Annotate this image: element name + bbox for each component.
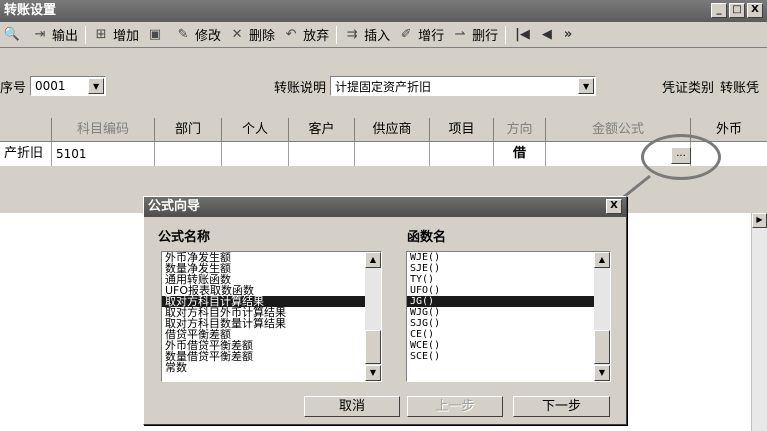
function-list-item[interactable]: SJG() <box>407 318 610 329</box>
formula-list: 外币净发生额 数量净发生额 通用转账函数 UFO报表取数函数 取对方科目计算结果 取对方科… <box>162 252 381 373</box>
scroll-down-icon[interactable]: ▼ <box>594 365 610 381</box>
formula-list-item[interactable]: 数量借贷平衡差额 <box>162 351 381 362</box>
dialog-titlebar: 公式向导 X <box>144 197 626 217</box>
function-list-item[interactable]: SCE() <box>407 351 610 362</box>
function-list-item[interactable]: CE() <box>407 329 610 340</box>
function-scrollbar[interactable]: ▲ ▼ <box>594 252 610 381</box>
function-listbox[interactable]: WJE() SJE() TY() UFO() JG() WJG() SJG() CE() WCE… <box>406 251 611 382</box>
formula-wizard-dialog: 公式向导 X 公式名称 函数名 外币净发生额 数量净发生额 通用转账函数 UFO报表取… <box>143 196 627 425</box>
function-list-item[interactable]: WJE() <box>407 252 610 263</box>
function-list: WJE() SJE() TY() UFO() JG() WJG() SJG() CE() WCE… <box>407 252 610 362</box>
scroll-thumb[interactable] <box>365 330 381 364</box>
formula-listbox[interactable]: 外币净发生额 数量净发生额 通用转账函数 UFO报表取数函数 取对方科目计算结果 取对方科… <box>161 251 382 382</box>
next-step-button[interactable]: 下一步 <box>513 396 610 417</box>
scroll-thumb[interactable] <box>594 330 610 364</box>
function-list-item[interactable]: JG() <box>407 296 610 307</box>
function-list-item[interactable]: SJE() <box>407 263 610 274</box>
function-list-item[interactable]: WCE() <box>407 340 610 351</box>
formula-list-item[interactable]: 常数 <box>162 362 381 373</box>
scroll-up-icon[interactable]: ▲ <box>594 252 610 268</box>
cancel-button[interactable]: 取消 <box>304 396 400 417</box>
dialog-close-button[interactable]: X <box>606 199 622 214</box>
dialog-title: 公式向导 <box>148 199 201 214</box>
prev-step-button[interactable]: 上一步 <box>407 396 503 417</box>
function-list-item[interactable]: WJG() <box>407 307 610 318</box>
scroll-up-icon[interactable]: ▲ <box>365 252 381 268</box>
function-name-label: 函数名 <box>407 230 447 245</box>
formula-scrollbar[interactable]: ▲ ▼ <box>365 252 381 381</box>
function-list-item[interactable]: UFO() <box>407 285 610 296</box>
formula-name-label: 公式名称 <box>158 230 211 245</box>
function-list-item[interactable]: TY() <box>407 274 610 285</box>
scroll-down-icon[interactable]: ▼ <box>365 365 381 381</box>
